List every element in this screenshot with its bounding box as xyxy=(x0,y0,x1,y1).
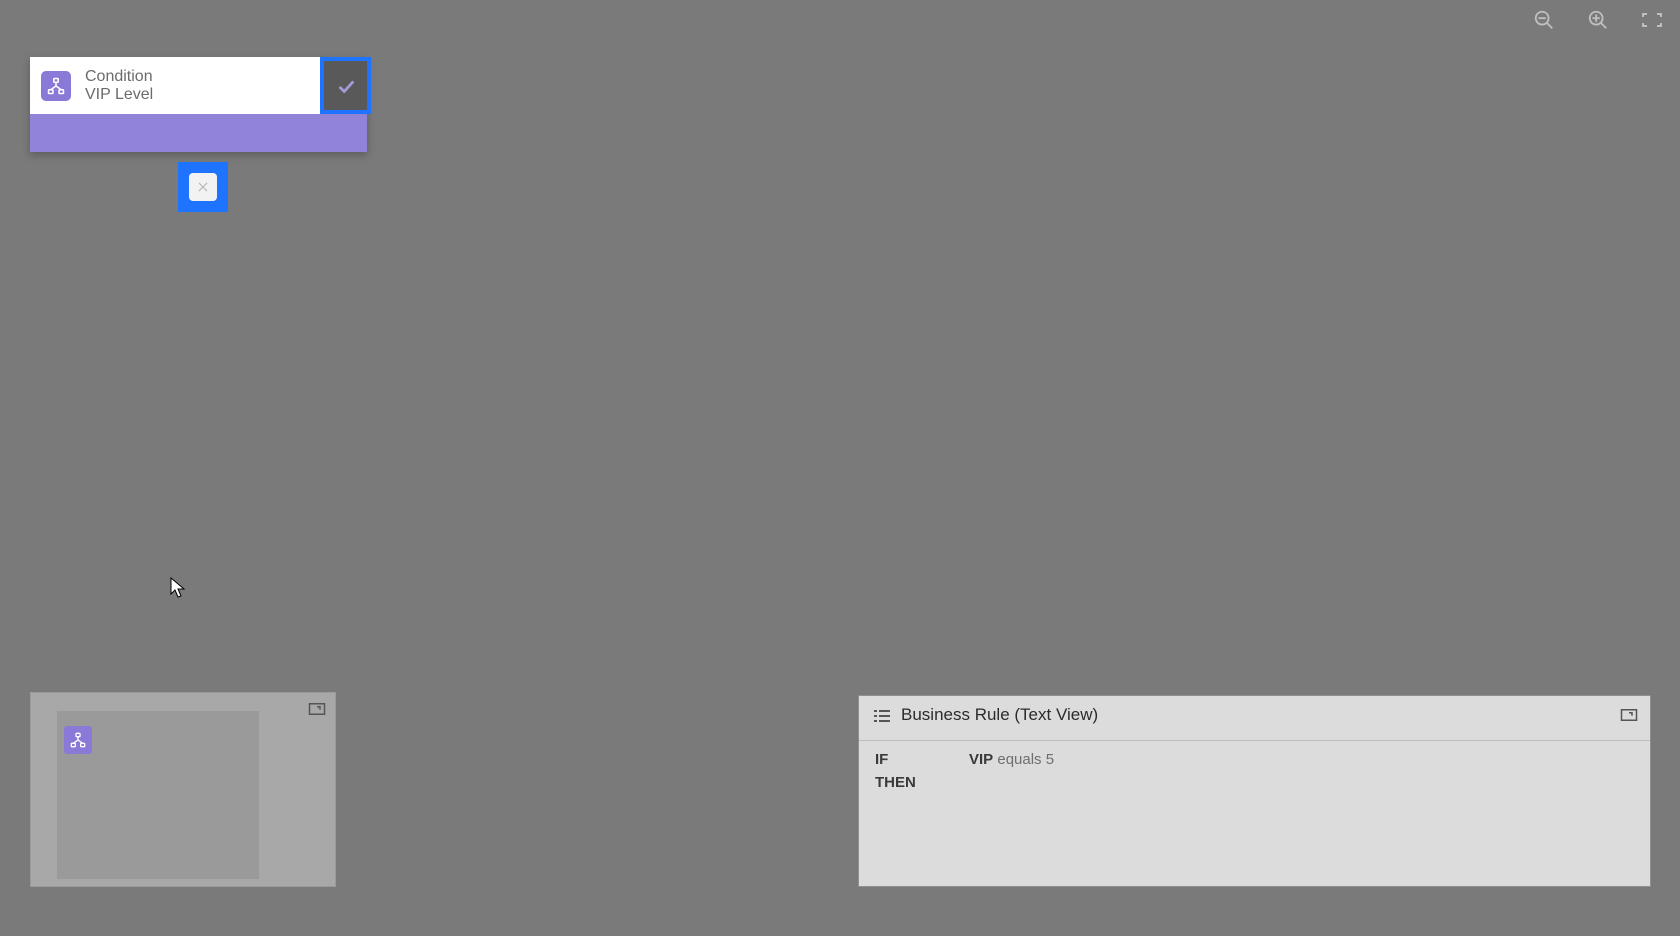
if-expression-rest: equals 5 xyxy=(993,751,1054,768)
text-view-title-row: Business Rule (Text View) xyxy=(859,696,1650,734)
if-expression: VIP equals 5 xyxy=(969,751,1054,768)
text-view-title: Business Rule (Text View) xyxy=(901,705,1098,725)
text-view-panel: Business Rule (Text View) IF VIP equals … xyxy=(858,695,1651,887)
if-expression-field: VIP xyxy=(969,751,993,768)
list-icon xyxy=(873,708,891,722)
minimap-panel[interactable] xyxy=(30,692,336,887)
view-toolbar xyxy=(1530,6,1666,34)
text-view-expand-button[interactable] xyxy=(1618,706,1640,724)
condition-icon xyxy=(41,71,71,101)
condition-node[interactable]: Condition VIP Level xyxy=(30,57,367,152)
condition-false-port[interactable] xyxy=(178,162,228,212)
zoom-out-button[interactable] xyxy=(1530,6,1558,34)
cursor-icon xyxy=(170,577,186,599)
close-icon xyxy=(189,173,217,201)
minimap-node-icon xyxy=(64,726,92,754)
then-keyword: THEN xyxy=(875,774,929,791)
text-view-body: IF VIP equals 5 THEN xyxy=(859,741,1650,807)
designer-canvas[interactable]: Condition VIP Level xyxy=(0,0,1680,936)
condition-true-port[interactable] xyxy=(320,57,371,114)
zoom-in-button[interactable] xyxy=(1584,6,1612,34)
minimap-expand-button[interactable] xyxy=(307,701,327,717)
condition-type-label: Condition xyxy=(85,68,320,86)
condition-node-footer xyxy=(30,114,367,152)
condition-node-titles: Condition VIP Level xyxy=(85,59,320,113)
fit-screen-button[interactable] xyxy=(1638,6,1666,34)
if-keyword: IF xyxy=(875,751,929,768)
condition-name-label: VIP Level xyxy=(85,86,320,104)
condition-node-header[interactable]: Condition VIP Level xyxy=(30,57,367,114)
